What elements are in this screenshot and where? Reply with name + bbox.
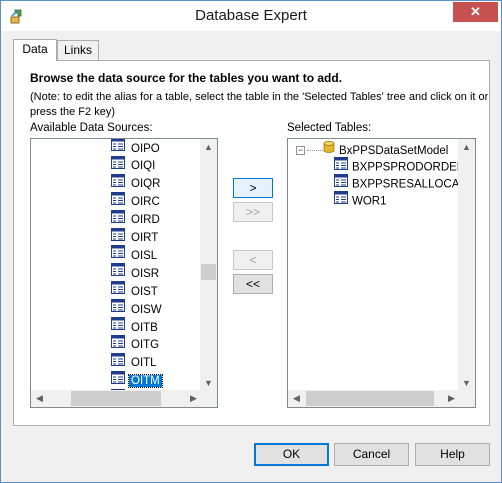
table-icon [111, 334, 125, 354]
list-item-label: OISW [131, 303, 162, 316]
tree-root-label: BxPPSDataSetModel [339, 145, 449, 158]
tab-links[interactable]: Links [57, 40, 99, 60]
table-icon [111, 370, 125, 390]
list-item[interactable]: OIRD [111, 209, 162, 229]
list-item-label: OIPO [131, 142, 160, 155]
selected-tables-label: Selected Tables: [287, 122, 372, 134]
scroll-thumb[interactable] [201, 264, 216, 280]
list-item[interactable]: OISR [111, 263, 161, 282]
collapse-toggle-icon[interactable]: − [296, 146, 305, 155]
list-item[interactable]: OIQI [111, 155, 157, 175]
list-item[interactable]: OIRT [111, 227, 160, 247]
scroll-up-icon[interactable]: ▲ [458, 139, 475, 156]
remove-button[interactable]: < [233, 250, 273, 270]
list-item-label: OIRC [131, 196, 160, 209]
panel-note: (Note: to edit the alias for a table, se… [30, 91, 489, 118]
table-icon [111, 317, 125, 336]
data-tab-panel: Browse the data source for the tables yo… [13, 60, 490, 426]
available-sources-label: Available Data Sources: [30, 122, 153, 134]
table-icon [111, 227, 125, 247]
list-item[interactable]: OIPO [111, 139, 162, 157]
list-item[interactable]: OITG [111, 334, 161, 354]
selected-tables-tree[interactable]: − BxPPSDataSetModel BXPPSPRODORDEROPE BXP… [287, 138, 476, 408]
help-button[interactable]: Help [415, 443, 490, 466]
ok-button[interactable]: OK [254, 443, 329, 466]
table-icon [111, 191, 125, 211]
window-title: Database Expert [195, 7, 307, 24]
table-icon [111, 155, 125, 175]
list-item-label: OIST [131, 285, 158, 298]
list-item-label: OISR [131, 267, 160, 280]
vertical-scrollbar-selected[interactable]: ▲ ▼ [458, 139, 475, 392]
selected-table-item[interactable]: BXPPSPRODORDEROPE [334, 157, 475, 177]
scroll-thumb-horizontal[interactable] [306, 391, 434, 406]
remove-all-button[interactable]: << [233, 274, 273, 294]
table-icon [111, 281, 125, 300]
list-item[interactable]: OISL [111, 245, 159, 264]
available-data-sources-tree[interactable]: OIPO OIQI OIQR OIRC OIRD OIRT OISL OISR OIST OISW… [30, 138, 218, 408]
table-icon [111, 139, 125, 157]
table-icon [111, 352, 125, 372]
list-item-label: OITB [131, 321, 158, 334]
selected-table-label: WOR1 [352, 195, 387, 208]
list-item-label: OIRT [131, 232, 159, 245]
horizontal-scrollbar-selected[interactable]: ◀ ▶ [288, 390, 460, 407]
cancel-button[interactable]: Cancel [334, 443, 409, 466]
close-button[interactable]: ✕ [453, 2, 498, 22]
table-icon [111, 173, 125, 193]
vertical-scrollbar[interactable]: ▲ ▼ [200, 139, 217, 392]
panel-heading: Browse the data source for the tables yo… [30, 71, 343, 85]
horizontal-scrollbar[interactable]: ◀ ▶ [31, 390, 202, 407]
list-item[interactable]: OITM [111, 370, 163, 390]
selected-table-item[interactable]: BXPPSRESALLOCATION [334, 174, 475, 194]
list-item[interactable]: OITL [111, 352, 159, 372]
list-item[interactable]: OIST [111, 281, 160, 300]
list-item-label: OITM [128, 374, 163, 389]
title-bar: Database Expert ✕ [1, 1, 501, 31]
table-icon [111, 245, 125, 264]
list-item-label: OISL [131, 249, 158, 262]
tab-data[interactable]: Data [13, 39, 57, 61]
list-item[interactable]: OIRC [111, 191, 162, 211]
list-item[interactable]: OITB [111, 317, 160, 336]
add-button[interactable]: > [233, 178, 273, 198]
list-item-label: OITL [131, 357, 157, 370]
list-item-label: OIQI [131, 160, 156, 173]
table-icon [111, 209, 125, 229]
scroll-left-icon[interactable]: ◀ [288, 390, 305, 407]
selected-table-item[interactable]: WOR1 [334, 191, 387, 211]
list-item[interactable]: OISW [111, 299, 164, 318]
table-icon [111, 263, 125, 282]
add-all-button[interactable]: >> [233, 202, 273, 222]
scroll-thumb-horizontal[interactable] [71, 391, 161, 406]
database-expert-dialog: Database Expert ✕ Data Links Browse the … [0, 0, 502, 483]
scroll-up-icon[interactable]: ▲ [200, 139, 217, 156]
scroll-left-icon[interactable]: ◀ [31, 390, 48, 407]
table-icon [111, 299, 125, 318]
table-icon [334, 191, 348, 210]
list-item[interactable]: OIQR [111, 173, 162, 193]
list-item-label: OIQR [131, 178, 161, 191]
list-item-label: OITG [131, 339, 160, 352]
list-item-label: OIRD [131, 214, 160, 227]
